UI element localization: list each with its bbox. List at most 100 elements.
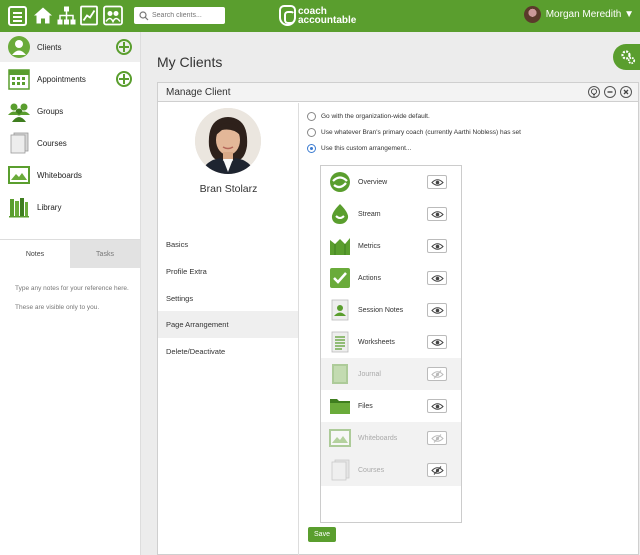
- menu-icon[interactable]: [8, 6, 27, 26]
- client-avatar: [195, 108, 261, 174]
- search-icon: [139, 10, 149, 20]
- option-label: Use this custom arrangement...: [321, 145, 412, 152]
- sidebar-item-whiteboards[interactable]: Whiteboards: [0, 160, 140, 190]
- sidebar-item-label: Appointments: [37, 74, 86, 84]
- sidebar-item-clients[interactable]: Clients: [0, 32, 140, 62]
- home-icon[interactable]: [33, 5, 53, 26]
- menu-profile-extra[interactable]: Profile Extra: [158, 258, 298, 285]
- whiteboards-icon: [8, 166, 30, 184]
- tab-tasks[interactable]: Tasks: [70, 240, 140, 268]
- visibility-toggle[interactable]: [427, 399, 447, 413]
- add-client-icon[interactable]: [116, 39, 132, 55]
- page-title: My Clients: [157, 54, 223, 70]
- user-avatar: [523, 6, 541, 23]
- page-arrangement-list: Overview Stream Metrics Actions Session …: [320, 165, 462, 523]
- menu-page-arrangement[interactable]: Page Arrangement: [158, 311, 298, 338]
- files-icon: [330, 399, 350, 414]
- option-custom-arrangement[interactable]: Use this custom arrangement...: [307, 144, 411, 153]
- list-item-whiteboards[interactable]: Whiteboards: [321, 422, 461, 454]
- list-item-actions[interactable]: Actions: [321, 262, 461, 294]
- chart-icon[interactable]: [80, 5, 98, 26]
- visibility-toggle[interactable]: [427, 335, 447, 349]
- eye-slash-icon: [431, 466, 444, 475]
- visibility-toggle[interactable]: [427, 207, 447, 221]
- visibility-toggle[interactable]: [427, 175, 447, 189]
- option-org-default[interactable]: Go with the organization-wide default.: [307, 112, 430, 121]
- radio-custom-arrangement[interactable]: [307, 144, 316, 153]
- logo-mark-icon: [279, 5, 296, 26]
- notes-area[interactable]: Type any notes for your reference here. …: [15, 284, 133, 322]
- page-label: Overview: [358, 178, 388, 186]
- gear-icon: [621, 50, 636, 65]
- notes-placeholder-2: These are visible only to you.: [15, 304, 100, 311]
- worksheets-icon: [331, 331, 349, 353]
- calendar-icon: [8, 69, 30, 90]
- eye-icon: [431, 307, 444, 314]
- list-item-session-notes[interactable]: Session Notes: [321, 294, 461, 326]
- coach-accountable-logo[interactable]: coach accountable: [279, 5, 356, 26]
- hierarchy-icon[interactable]: [57, 5, 76, 26]
- radio-primary-coach[interactable]: [307, 128, 316, 137]
- manage-client-panel: Manage Client Bran Stolarz Basics Profil…: [157, 82, 639, 555]
- sidebar-item-groups[interactable]: Groups: [0, 96, 140, 126]
- search-input[interactable]: [152, 12, 222, 19]
- visibility-toggle[interactable]: [427, 271, 447, 285]
- visibility-toggle[interactable]: [427, 463, 447, 477]
- menu-basics[interactable]: Basics: [158, 231, 298, 258]
- eye-icon: [431, 211, 444, 218]
- page-label: Files: [358, 402, 373, 410]
- user-menu[interactable]: Morgan Meredith ▼: [523, 6, 634, 23]
- search-box[interactable]: [134, 7, 225, 24]
- menu-delete-deactivate[interactable]: Delete/Deactivate: [158, 338, 298, 365]
- list-item-journal[interactable]: Journal: [321, 358, 461, 390]
- metrics-icon: [330, 238, 350, 255]
- minimize-icon[interactable]: [604, 86, 616, 98]
- option-label: Use whatever Bran's primary coach (curre…: [321, 129, 521, 136]
- sidebar-tabs: Notes Tasks: [0, 239, 140, 268]
- courses-icon: [10, 132, 29, 154]
- page-label: Stream: [358, 210, 381, 218]
- whiteboards-icon: [329, 429, 351, 447]
- sidebar-item-appointments[interactable]: Appointments: [0, 64, 140, 94]
- courses-icon: [331, 459, 350, 481]
- eye-icon: [431, 243, 444, 250]
- eye-icon: [431, 339, 444, 346]
- list-item-overview[interactable]: Overview: [321, 166, 461, 198]
- close-icon[interactable]: [620, 86, 632, 98]
- list-item-stream[interactable]: Stream: [321, 198, 461, 230]
- visibility-toggle[interactable]: [427, 303, 447, 317]
- visibility-toggle[interactable]: [427, 239, 447, 253]
- menu-settings[interactable]: Settings: [158, 285, 298, 312]
- page-label: Journal: [358, 370, 381, 378]
- sidebar-item-label: Library: [37, 202, 62, 212]
- sidebar-item-library[interactable]: Library: [0, 192, 140, 222]
- save-button[interactable]: Save: [308, 527, 336, 542]
- list-item-courses[interactable]: Courses: [321, 454, 461, 486]
- radio-org-default[interactable]: [307, 112, 316, 121]
- eye-slash-icon: [431, 434, 444, 443]
- client-profile-column: Bran Stolarz Basics Profile Extra Settin…: [158, 103, 299, 555]
- list-item-metrics[interactable]: Metrics: [321, 230, 461, 262]
- overview-icon: [330, 172, 350, 192]
- list-item-worksheets[interactable]: Worksheets: [321, 326, 461, 358]
- panel-title: Manage Client: [166, 87, 231, 98]
- add-appointment-icon[interactable]: [116, 71, 132, 87]
- page-arrangement-content: Go with the organization-wide default. U…: [300, 103, 638, 555]
- option-primary-coach[interactable]: Use whatever Bran's primary coach (curre…: [307, 128, 521, 137]
- tab-notes[interactable]: Notes: [0, 240, 70, 268]
- visibility-toggle[interactable]: [427, 367, 447, 381]
- actions-icon: [330, 268, 350, 288]
- sidebar-item-courses[interactable]: Courses: [0, 128, 140, 158]
- stream-icon: [331, 204, 349, 224]
- session-notes-icon: [331, 299, 349, 321]
- settings-button[interactable]: [613, 44, 640, 70]
- sidebar: Clients Appointments Groups Courses Whit…: [0, 32, 141, 555]
- visibility-toggle[interactable]: [427, 431, 447, 445]
- notes-placeholder-1: Type any notes for your reference here.: [15, 285, 129, 292]
- people-board-icon[interactable]: [103, 5, 123, 26]
- list-item-files[interactable]: Files: [321, 390, 461, 422]
- page-label: Actions: [358, 274, 381, 282]
- lightbulb-icon[interactable]: [588, 86, 600, 98]
- page-label: Whiteboards: [358, 434, 398, 442]
- page-label: Metrics: [358, 242, 381, 250]
